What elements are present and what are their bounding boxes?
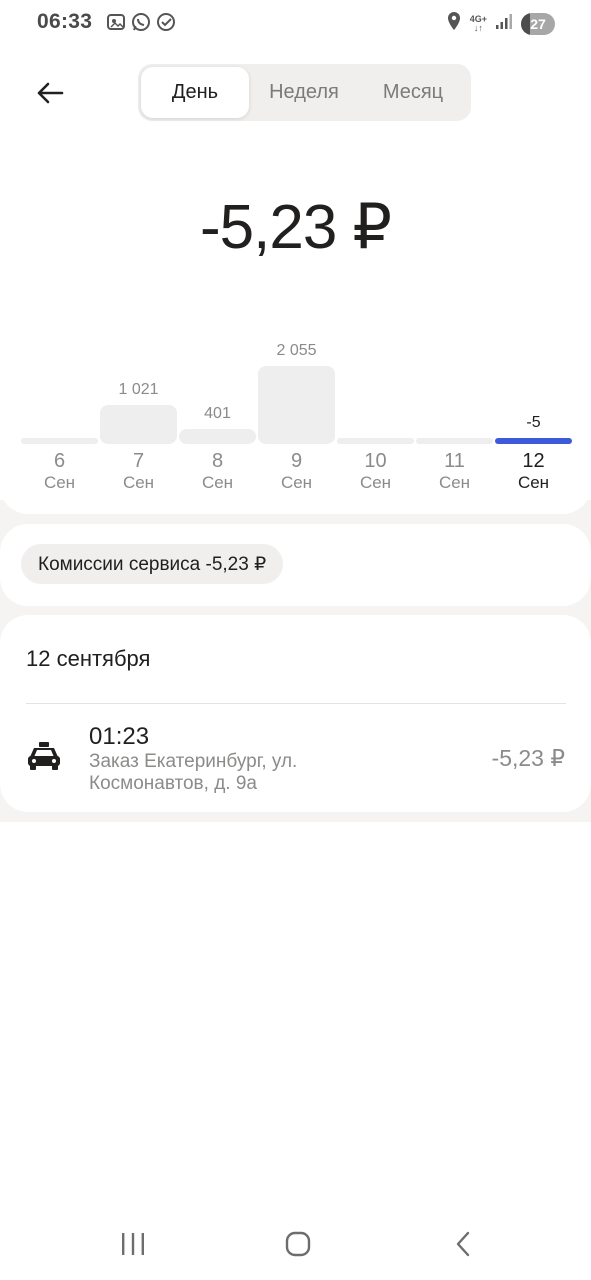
chart-value-label: 401 — [204, 405, 231, 422]
chart-value-label: 1 021 — [118, 381, 159, 398]
home-icon — [285, 1231, 311, 1257]
battery-indicator: 27 — [521, 12, 555, 35]
chart-day-month: Сен — [517, 473, 550, 492]
back-button[interactable] — [28, 74, 72, 112]
chart-day-9[interactable]: 2 055 9 Сен — [258, 330, 335, 500]
chart-bar — [495, 438, 572, 444]
chart-day-11[interactable]: 11 Сен — [416, 330, 493, 500]
chart-day-month: Сен — [43, 473, 76, 492]
location-icon — [446, 11, 462, 36]
tab-month[interactable]: Месяц — [359, 67, 467, 118]
chart-day-month: Сен — [438, 473, 471, 492]
tab-day[interactable]: День — [141, 67, 249, 118]
system-nav-bar — [0, 1210, 591, 1280]
chart-day-7[interactable]: 1 021 7 Сен — [100, 330, 177, 500]
order-time: 01:23 — [89, 723, 150, 750]
chart-bar — [416, 438, 493, 444]
signal-icon — [495, 12, 513, 35]
taxi-icon — [28, 742, 60, 770]
network-type: 4G+ ↓↑ — [469, 13, 487, 33]
recent-apps-icon — [122, 1233, 144, 1255]
chart-day-6[interactable]: 6 Сен — [21, 330, 98, 500]
chart-day-number: 10 — [364, 450, 387, 472]
period-switcher: День Неделя Месяц — [138, 64, 471, 121]
total-amount: -5,23 ₽ — [200, 193, 392, 262]
network-label: 4G+ — [469, 13, 487, 24]
recent-apps-button[interactable] — [111, 1228, 155, 1260]
earnings-chart: 6 Сен 1 021 7 Сен 401 8 Сен 2 055 9 Сен 10 Сен 11 Сен -… — [0, 330, 591, 500]
chart-bar — [21, 438, 98, 444]
chart-day-8[interactable]: 401 8 Сен — [179, 330, 256, 500]
system-back-button[interactable] — [441, 1228, 485, 1260]
tab-week[interactable]: Неделя — [250, 67, 358, 118]
chart-day-month: Сен — [359, 473, 392, 492]
chart-day-month: Сен — [122, 473, 155, 492]
chart-bar — [100, 405, 177, 444]
back-icon — [456, 1231, 470, 1257]
commission-chip[interactable]: Комиссии сервиса -5,23 ₽ — [21, 544, 284, 584]
chart-day-number: 12 — [522, 450, 545, 472]
status-time: 06:33 — [37, 10, 93, 33]
order-amount: -5,23 ₽ — [491, 745, 565, 771]
chart-day-10[interactable]: 10 Сен — [337, 330, 414, 500]
orders-card: 12 сентября 01:23 Заказ Екатеринбург, ул… — [0, 615, 591, 812]
chart-value-label: -5 — [526, 414, 541, 431]
battery-level: 27 — [530, 15, 546, 32]
chart-day-12[interactable]: -5 12 Сен — [495, 330, 572, 500]
system-icons: 4G+ ↓↑ 27 — [446, 11, 555, 36]
notification-icons — [106, 12, 176, 32]
chart-day-month: Сен — [280, 473, 313, 492]
chart-bar — [179, 429, 256, 444]
divider — [26, 703, 566, 704]
status-bar: 06:33 4G+ ↓↑ 27 — [0, 0, 591, 46]
order-item[interactable]: 01:23 Заказ Екатеринбург, ул. Космонавто… — [0, 715, 591, 805]
chart-day-number: 8 — [211, 450, 224, 472]
chart-day-number: 6 — [53, 450, 66, 472]
commission-card: Комиссии сервиса -5,23 ₽ — [0, 524, 591, 606]
arrow-left-icon — [37, 82, 64, 104]
chart-bar — [337, 438, 414, 444]
gallery-icon — [106, 12, 126, 32]
chart-day-number: 9 — [290, 450, 303, 472]
chart-day-month: Сен — [201, 473, 234, 492]
check-circle-icon — [156, 12, 176, 32]
home-button[interactable] — [276, 1228, 320, 1260]
order-address: Заказ Екатеринбург, ул. Космонавтов, д. … — [89, 751, 298, 794]
chart-value-label: 2 055 — [276, 342, 317, 359]
orders-date-header: 12 сентября — [26, 646, 151, 671]
chart-bar — [258, 366, 335, 444]
whatsapp-icon — [131, 12, 151, 32]
chart-day-number: 7 — [132, 450, 145, 472]
chart-day-number: 11 — [444, 450, 465, 472]
